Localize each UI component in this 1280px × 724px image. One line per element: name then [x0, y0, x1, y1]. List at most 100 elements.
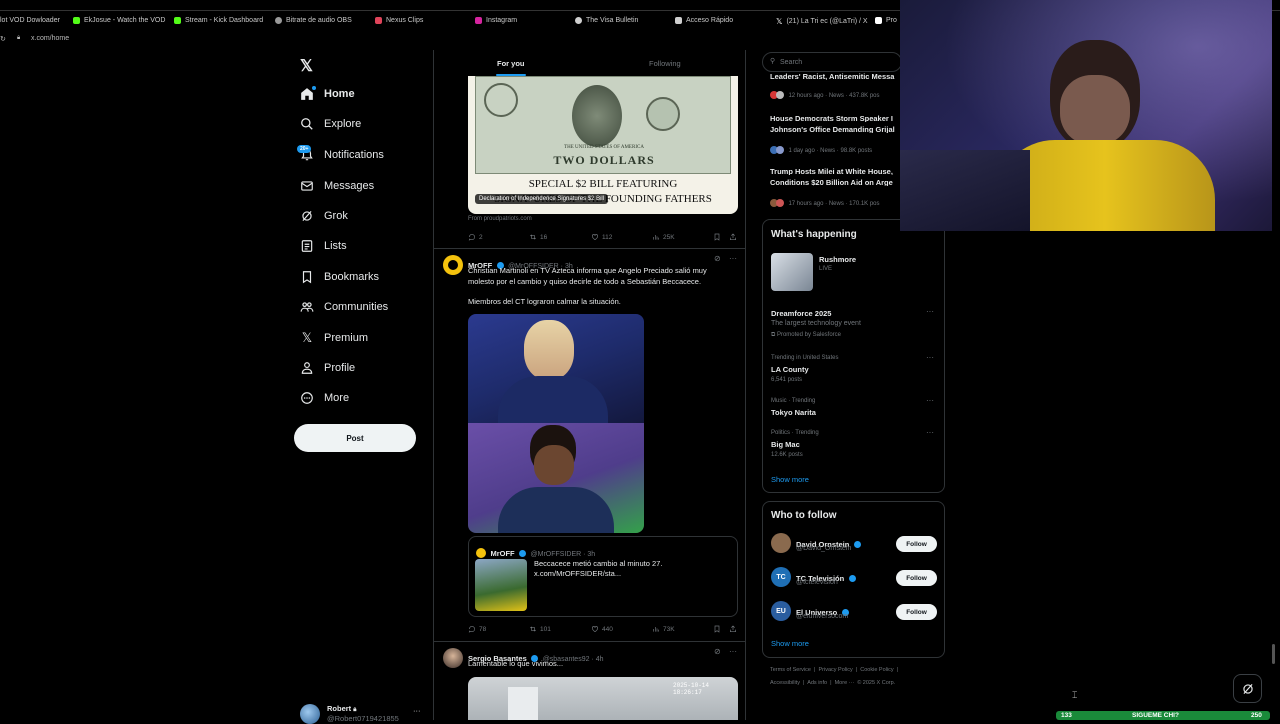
bookmark-visa-bulletin[interactable]: The Visa Bulletin [575, 17, 638, 24]
x-logo-icon: 𝕏 [776, 17, 783, 26]
nav-messages[interactable]: Messages [300, 179, 374, 193]
repost-icon [530, 234, 536, 240]
trend-name[interactable]: Tokyo Narita [771, 408, 816, 417]
nav-grok[interactable]: Grok [300, 209, 348, 223]
grok-icon[interactable]: ⊘ [714, 647, 721, 656]
bill-country: THE UNITED STATES OF AMERICA [564, 145, 644, 150]
tweet-media[interactable] [468, 314, 644, 533]
tweet-media-video[interactable]: 2025-10-14 18:26:17 [468, 677, 738, 720]
bookmark-pro[interactable]: Pro [875, 17, 897, 24]
seal-icon [575, 17, 582, 24]
news-item-title[interactable]: Leaders' Racist, Antisemitic Messa [770, 72, 902, 80]
repost-button[interactable]: 101 [529, 625, 551, 633]
nav-home[interactable]: Home [300, 87, 355, 101]
nav-more[interactable]: More [300, 391, 349, 405]
follow-button[interactable]: Follow [896, 536, 937, 552]
avatar[interactable]: TC [771, 567, 791, 587]
tweet-image-2-dollar-bill[interactable]: TWO DOLLARS THE UNITED STATES OF AMERICA… [468, 76, 738, 214]
verified-badge-icon [853, 541, 861, 548]
share-icon[interactable] [729, 625, 737, 633]
x-logo-icon[interactable]: 𝕏 [300, 56, 313, 76]
bookmark-icon[interactable] [713, 233, 721, 241]
grok-icon[interactable]: ⊘ [714, 254, 721, 263]
show-more-link[interactable]: Show more [771, 475, 809, 484]
image-caption: Declaration of Independence Signatures $… [475, 194, 609, 204]
scrollbar[interactable] [1272, 644, 1275, 664]
heart-icon [592, 234, 598, 241]
avatar[interactable] [443, 648, 463, 668]
card-source[interactable]: From proudpatriots.com [468, 216, 532, 222]
bookmark-bitrate[interactable]: Bitrate de audio OBS [275, 17, 352, 24]
bookmark-kick-dashboard[interactable]: Stream - Kick Dashboard [174, 17, 263, 24]
stream-goal-bar: 133 SIGUEME CHI? 250 [1056, 711, 1270, 720]
url-text[interactable]: x.com/home [31, 35, 69, 42]
avatar[interactable] [443, 255, 463, 275]
views-button[interactable]: 25K [652, 233, 675, 241]
views-icon [653, 235, 659, 240]
bookmark-icon[interactable] [713, 625, 721, 633]
tab-following[interactable]: Following [649, 59, 681, 68]
more-dots-icon[interactable]: ··· [926, 428, 934, 437]
tab-for-you[interactable]: For you [497, 59, 525, 68]
trend-name[interactable]: LA County [771, 365, 809, 374]
video-timestamp: 2025-10-14 18:26:17 [673, 682, 710, 696]
account-switcher[interactable]: Robert 🔒︎ @Robert0719421855 ··· [300, 702, 430, 724]
search-input[interactable]: ⚲ Search [762, 52, 902, 72]
who-to-follow-panel: Who to follow David Ornstein @David_Orns… [762, 501, 945, 658]
follow-button[interactable]: Follow [896, 604, 937, 620]
more-dots-icon[interactable]: ··· [729, 647, 737, 656]
bookmark-nexus-clips[interactable]: Nexus Clips [375, 17, 423, 24]
reply-button[interactable]: 78 [468, 625, 486, 633]
avatar[interactable]: EU [771, 601, 791, 621]
nav-explore[interactable]: Explore [300, 117, 361, 131]
like-button[interactable]: 112 [591, 233, 612, 241]
nav-notifications[interactable]: Notifications [300, 148, 384, 162]
repost-button[interactable]: 16 [529, 233, 547, 241]
like-button[interactable]: 440 [591, 625, 613, 633]
more-dots-icon[interactable]: ··· [413, 706, 421, 715]
share-icon[interactable] [729, 233, 737, 241]
nav-lists[interactable]: Lists [300, 239, 347, 253]
more-dots-icon[interactable]: ··· [926, 307, 934, 316]
more-dots-icon[interactable]: ··· [729, 254, 737, 263]
news-item-title[interactable]: Trump Hosts Milei at White House, [770, 167, 902, 175]
grok-floating-button[interactable] [1233, 674, 1262, 703]
kick-icon [73, 17, 80, 24]
news-item-title[interactable]: House Democrats Storm Speaker I [770, 114, 902, 122]
more-dots-icon[interactable]: ··· [926, 396, 934, 405]
tweet-text: Miembros del CT lograron calmar la situa… [468, 297, 621, 306]
bookmark-vod-downloader[interactable]: lot VOD Dowloader [0, 17, 60, 24]
bill-headline: SPECIAL $2 BILL FEATURING [528, 178, 678, 190]
footer-links[interactable]: Accessibility | Ads info | More ··· © 20… [770, 680, 895, 686]
post-button[interactable]: Post [294, 424, 416, 452]
reload-icon[interactable]: ↻ [0, 35, 6, 43]
views-button[interactable]: 73K [652, 625, 675, 633]
news-avatar [776, 91, 784, 99]
avatar [300, 704, 320, 724]
bookmark-acceso-rapido[interactable]: Acceso Rápido [675, 17, 733, 24]
reply-button[interactable]: 2 [468, 233, 483, 241]
nav-communities[interactable]: Communities [300, 300, 388, 314]
more-dots-icon[interactable]: ··· [926, 353, 934, 362]
bookmark-la-tri[interactable]: 𝕏 (21) La Tri ec (@LaTri) / X [776, 17, 868, 26]
show-more-link[interactable]: Show more [771, 639, 809, 648]
views-icon [653, 627, 659, 632]
instagram-icon [475, 17, 482, 24]
tweet-text: Christian Martinoli en TV Azteca informa… [468, 266, 707, 286]
bookmark-ekjosue[interactable]: EkJosue - Watch the VOD [73, 17, 165, 24]
nexus-icon [375, 17, 382, 24]
avatar[interactable] [771, 533, 791, 553]
quoted-tweet[interactable]: MrOFF @MrOFFSIDER · 3h Beccacece metió c… [468, 536, 738, 617]
bookmark-instagram[interactable]: Instagram [475, 17, 517, 24]
footer-links[interactable]: Terms of Service | Privacy Policy | Cook… [770, 667, 898, 673]
trend-name[interactable]: Big Mac [771, 440, 800, 449]
nav-bookmarks[interactable]: Bookmarks [300, 270, 379, 284]
nav-profile[interactable]: Profile [300, 361, 355, 375]
live-thumbnail[interactable] [771, 253, 813, 291]
quoted-thumbnail [475, 559, 527, 611]
follow-button[interactable]: Follow [896, 570, 937, 586]
nav-premium[interactable]: 𝕏 Premium [300, 330, 368, 346]
unread-dot [312, 86, 316, 90]
repost-icon [530, 626, 536, 632]
panel-title: What's happening [771, 229, 857, 240]
